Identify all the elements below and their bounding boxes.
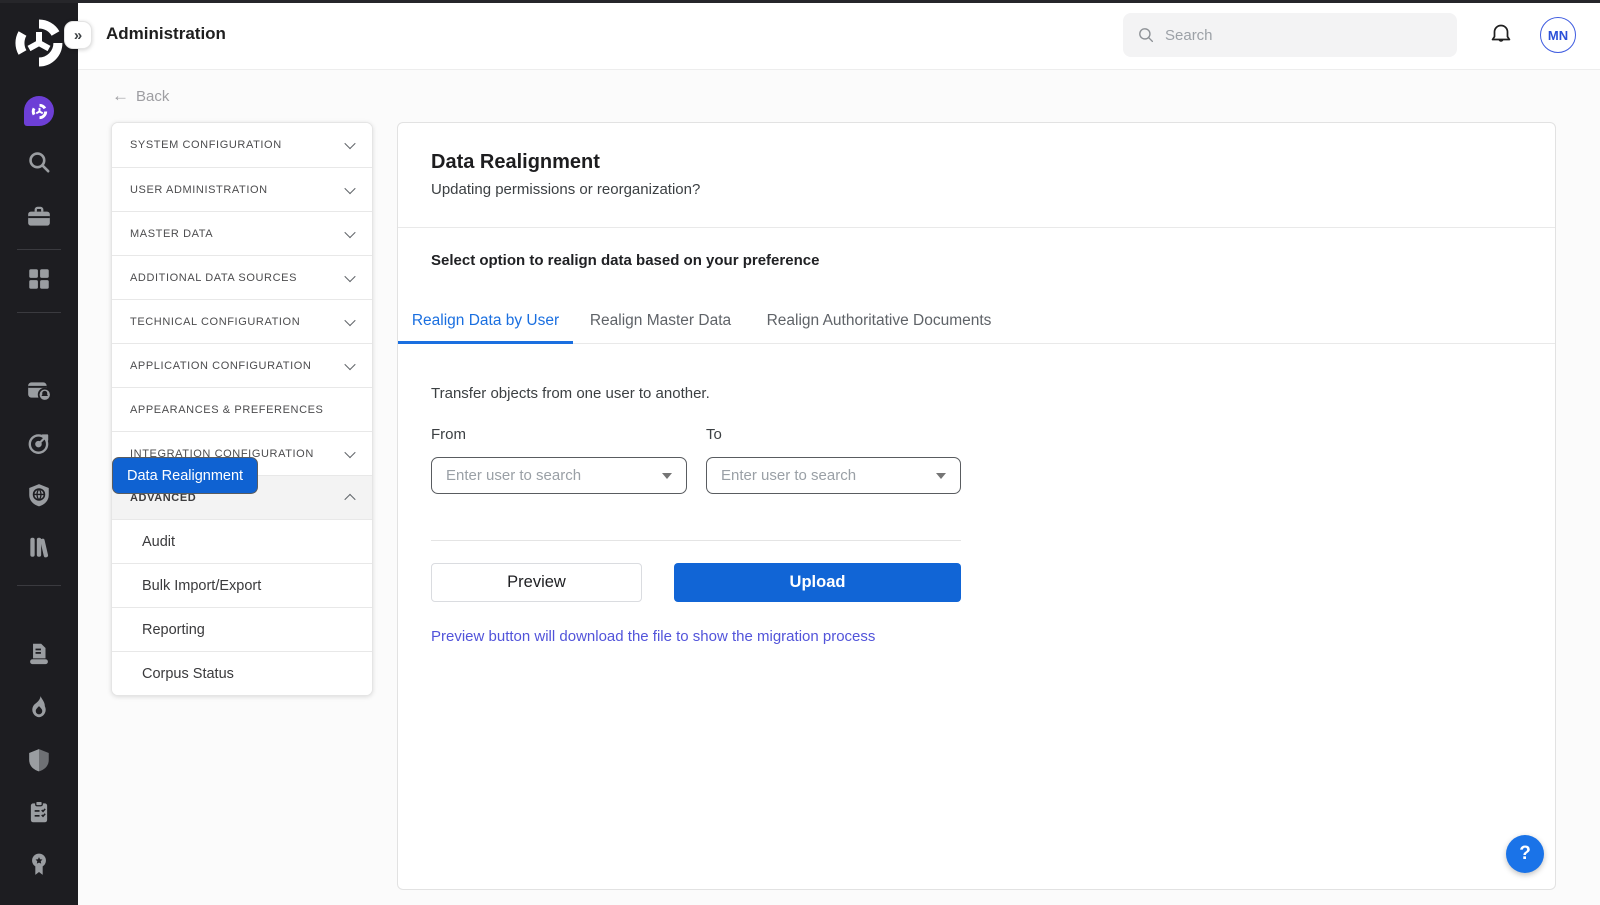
dashboard-grid-icon[interactable] bbox=[0, 266, 78, 292]
assistant-bubble-icon[interactable] bbox=[24, 96, 54, 126]
admin-menu: SYSTEM CONFIGURATION USER ADMINISTRATION… bbox=[111, 122, 373, 696]
to-user-select[interactable] bbox=[706, 457, 961, 494]
user-avatar[interactable]: MN bbox=[1540, 17, 1576, 53]
menu-item-bulk-import-export[interactable]: Bulk Import/Export bbox=[112, 563, 372, 607]
briefcase-icon[interactable] bbox=[0, 204, 78, 230]
back-link[interactable]: ← Back bbox=[112, 86, 169, 106]
card-divider bbox=[398, 227, 1555, 228]
tab-realign-authoritative-documents[interactable]: Realign Authoritative Documents bbox=[748, 298, 1010, 343]
notifications-bell-icon[interactable] bbox=[1488, 22, 1514, 48]
to-label: To bbox=[706, 426, 722, 443]
chevron-down-icon bbox=[344, 182, 355, 193]
chevron-down-icon bbox=[344, 138, 355, 149]
to-user-input[interactable] bbox=[721, 467, 928, 484]
brand-logo-icon bbox=[13, 17, 65, 69]
dropdown-caret-icon bbox=[936, 473, 946, 479]
flame-activity-icon[interactable] bbox=[0, 694, 78, 720]
menu-section-system-configuration[interactable]: SYSTEM CONFIGURATION bbox=[112, 123, 372, 167]
target-goals-icon[interactable] bbox=[0, 430, 78, 456]
data-realignment-card: Data Realignment Updating permissions or… bbox=[397, 122, 1556, 890]
upload-button[interactable]: Upload bbox=[674, 563, 961, 602]
global-search[interactable] bbox=[1123, 13, 1457, 57]
search-input[interactable] bbox=[1165, 27, 1443, 44]
back-label: Back bbox=[136, 88, 169, 105]
form-divider bbox=[431, 540, 961, 541]
rail-divider bbox=[17, 312, 61, 313]
window-top-edge bbox=[0, 0, 1600, 3]
rail-divider bbox=[17, 585, 61, 586]
security-globe-icon[interactable] bbox=[0, 482, 78, 508]
chevron-down-icon bbox=[344, 314, 355, 325]
active-tab-indicator bbox=[398, 341, 573, 344]
rail-divider bbox=[17, 249, 61, 250]
left-rail bbox=[0, 0, 78, 905]
menu-section-appearances-preferences[interactable]: APPEARANCES & PREFERENCES bbox=[112, 387, 372, 431]
chevron-up-icon bbox=[344, 493, 355, 504]
tab-realign-data-by-user[interactable]: Realign Data by User bbox=[398, 298, 573, 343]
preview-note: Preview button will download the file to… bbox=[431, 628, 875, 645]
award-badge-icon[interactable] bbox=[0, 851, 78, 877]
menu-section-user-administration[interactable]: USER ADMINISTRATION bbox=[112, 167, 372, 211]
menu-item-data-realignment[interactable]: Data Realignment bbox=[112, 457, 258, 494]
realign-tabs: Realign Data by User Realign Master Data… bbox=[398, 298, 1555, 344]
chevron-down-icon bbox=[344, 270, 355, 281]
preview-button[interactable]: Preview bbox=[431, 563, 642, 602]
card-subtitle: Updating permissions or reorganization? bbox=[431, 181, 700, 198]
page-title: Administration bbox=[106, 24, 226, 44]
back-arrow-icon: ← bbox=[112, 86, 129, 106]
shield-protection-icon[interactable] bbox=[0, 747, 78, 773]
billing-alerts-icon[interactable] bbox=[0, 377, 78, 403]
transfer-description: Transfer objects from one user to anothe… bbox=[431, 385, 710, 402]
from-label: From bbox=[431, 426, 466, 443]
top-header: Administration MN bbox=[78, 0, 1600, 70]
card-title: Data Realignment bbox=[431, 151, 600, 174]
help-button[interactable]: ? bbox=[1506, 835, 1544, 873]
chevron-down-icon bbox=[344, 446, 355, 457]
from-user-select[interactable] bbox=[431, 457, 687, 494]
dropdown-caret-icon bbox=[662, 473, 672, 479]
search-icon[interactable] bbox=[0, 149, 78, 175]
menu-section-additional-data-sources[interactable]: ADDITIONAL DATA SOURCES bbox=[112, 255, 372, 299]
tab-realign-master-data[interactable]: Realign Master Data bbox=[573, 298, 748, 343]
library-icon[interactable] bbox=[0, 534, 78, 560]
menu-section-master-data[interactable]: MASTER DATA bbox=[112, 211, 372, 255]
search-icon bbox=[1137, 26, 1155, 44]
menu-item-reporting[interactable]: Reporting bbox=[112, 607, 372, 651]
section-heading: Select option to realign data based on y… bbox=[431, 252, 819, 269]
menu-section-technical-configuration[interactable]: TECHNICAL CONFIGURATION bbox=[112, 299, 372, 343]
chevron-down-icon bbox=[344, 358, 355, 369]
clipboard-tasks-icon[interactable] bbox=[0, 799, 78, 825]
from-user-input[interactable] bbox=[446, 467, 654, 484]
menu-section-application-configuration[interactable]: APPLICATION CONFIGURATION bbox=[112, 343, 372, 387]
sidebar-expand-button[interactable]: » bbox=[64, 21, 92, 49]
chevron-down-icon bbox=[344, 226, 355, 237]
menu-item-corpus-status[interactable]: Corpus Status bbox=[112, 651, 372, 695]
menu-item-audit[interactable]: Audit bbox=[112, 519, 372, 563]
document-scan-icon[interactable] bbox=[0, 641, 78, 667]
